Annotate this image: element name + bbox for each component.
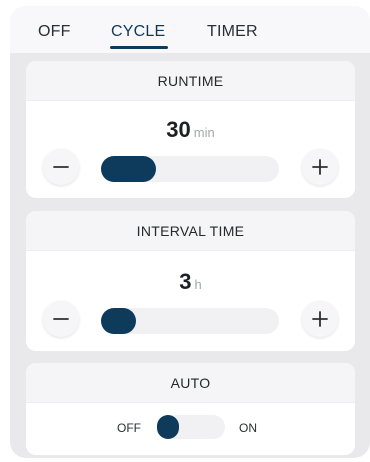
plus-icon [312,311,328,327]
tab-off[interactable]: OFF [38,23,71,45]
interval-unit: h [194,277,202,292]
auto-toggle-row: OFF ON [26,415,355,441]
interval-slider-fill [101,308,136,334]
auto-title: AUTO [26,363,355,403]
auto-card: AUTO OFF ON [26,363,355,455]
minus-icon [53,318,69,320]
tab-timer[interactable]: TIMER [207,23,258,45]
active-tab-indicator [110,46,168,49]
runtime-value: 30 [166,117,191,142]
interval-slider[interactable] [101,308,279,334]
interval-readout: 3h [26,269,355,295]
auto-toggle-knob [157,415,179,439]
plus-icon [312,159,328,175]
tab-cycle[interactable]: CYCLE [111,23,165,45]
runtime-card: RUNTIME 30 min [26,61,355,198]
mode-panel: OFF CYCLE TIMER RUNTIME 30 min INTERVAL T… [10,6,370,458]
runtime-decrement-button[interactable] [43,149,79,185]
mode-tabs: OFF CYCLE TIMER [10,6,370,53]
runtime-slider[interactable] [101,156,279,182]
auto-off-label: OFF [117,421,141,435]
runtime-title: RUNTIME [26,61,355,101]
auto-toggle[interactable] [157,415,225,439]
interval-title: INTERVAL TIME [26,211,355,251]
interval-decrement-button[interactable] [43,301,79,337]
interval-card: INTERVAL TIME 3h [26,211,355,351]
interval-value: 3 [179,269,192,294]
minus-icon [53,166,69,168]
runtime-slider-fill [101,156,156,182]
runtime-unit: min [193,125,215,140]
runtime-readout: 30 min [26,117,355,143]
auto-on-label: ON [239,421,257,435]
interval-increment-button[interactable] [302,301,338,337]
runtime-increment-button[interactable] [302,149,338,185]
